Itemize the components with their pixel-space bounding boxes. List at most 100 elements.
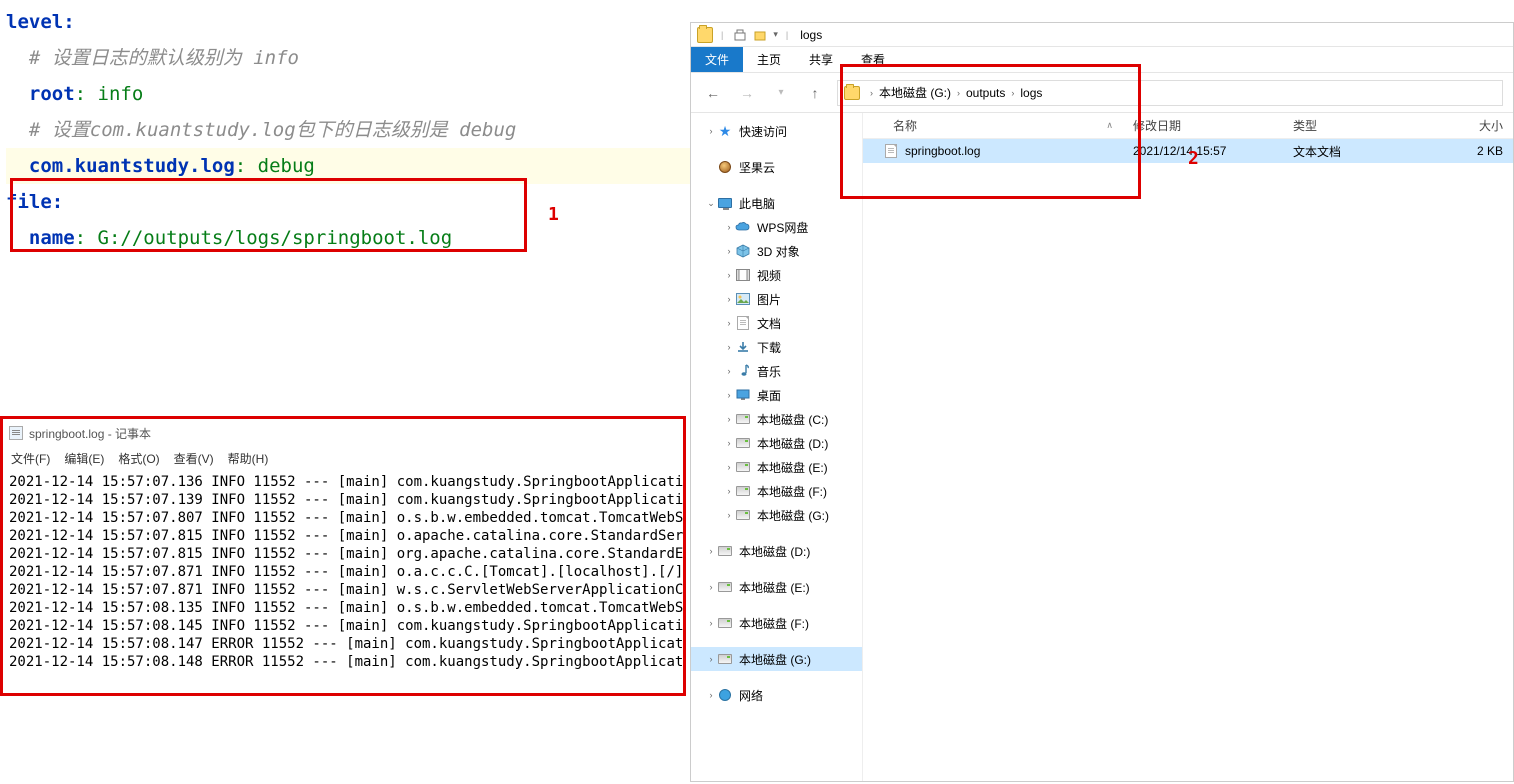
explorer-titlebar[interactable]: | ▾ | logs xyxy=(691,23,1513,47)
column-size[interactable]: 大小 xyxy=(1413,113,1513,138)
sidebar-item-thispc[interactable]: ⌄ 此电脑 xyxy=(691,191,862,215)
sidebar-item-nutcloud[interactable]: 坚果云 xyxy=(691,155,862,179)
menu-view[interactable]: 查看(V) xyxy=(174,450,214,467)
chevron-right-icon[interactable]: › xyxy=(723,270,735,280)
chevron-right-icon[interactable]: › xyxy=(705,690,717,700)
sidebar-item-network[interactable]: › 网络 xyxy=(691,683,862,707)
sidebar-label: 视频 xyxy=(757,267,781,284)
annotation-label-1: 1 xyxy=(548,204,559,225)
yaml-val-pkg: : debug xyxy=(235,155,315,177)
explorer-body: ›★快速访问 坚果云 ⌄此电脑 ›WPS网盘 ›3D 对象 ›视频 ›图片 ›文… xyxy=(691,113,1513,781)
sidebar-label: 本地磁盘 (F:) xyxy=(739,615,809,632)
sidebar-label: 本地磁盘 (D:) xyxy=(757,435,828,452)
sidebar-label: WPS网盘 xyxy=(757,219,808,236)
chevron-right-icon[interactable]: › xyxy=(723,414,735,424)
file-type: 文本文档 xyxy=(1283,139,1413,163)
drive-icon xyxy=(735,459,751,475)
file-list[interactable]: 名称 修改日期 类型 大小 springboot.log 2021/12/14 … xyxy=(863,113,1513,781)
ribbon-tab-file[interactable]: 文件 xyxy=(691,47,743,72)
network-icon xyxy=(717,687,733,703)
qat-dropdown-icon[interactable]: ▾ xyxy=(773,29,778,40)
sidebar-item-drive-f[interactable]: › 本地磁盘 (F:) xyxy=(691,479,862,503)
sidebar-item-drive-e2[interactable]: › 本地磁盘 (E:) xyxy=(691,575,862,599)
sidebar-label: 文档 xyxy=(757,315,781,332)
sidebar-item-downloads[interactable]: › 下载 xyxy=(691,335,862,359)
recent-dropdown-icon[interactable]: ▾ xyxy=(769,81,793,105)
chevron-right-icon[interactable]: › xyxy=(723,366,735,376)
back-button[interactable]: ← xyxy=(701,81,725,105)
log-line: 2021-12-14 15:57:08.148 ERROR 11552 --- … xyxy=(9,653,677,671)
star-icon: ★ xyxy=(717,123,733,139)
chevron-right-icon[interactable]: › xyxy=(723,318,735,328)
sidebar-item-desktop[interactable]: ›桌面 xyxy=(691,383,862,407)
yaml-key-root: root xyxy=(29,83,75,105)
yaml-val-root: : info xyxy=(75,83,144,105)
chevron-right-icon[interactable]: › xyxy=(705,654,717,664)
chevron-right-icon[interactable]: › xyxy=(705,546,717,556)
notepad-titlebar[interactable]: springboot.log - 记事本 xyxy=(3,419,683,447)
sidebar-label: 本地磁盘 (E:) xyxy=(757,459,828,476)
chevron-right-icon[interactable]: › xyxy=(723,390,735,400)
chevron-right-icon[interactable]: › xyxy=(723,510,735,520)
column-date[interactable]: 修改日期 xyxy=(1123,113,1283,138)
drive-icon xyxy=(735,411,751,427)
ribbon-tab-home[interactable]: 主页 xyxy=(743,47,795,72)
sidebar-item-drive-c[interactable]: ›本地磁盘 (C:) xyxy=(691,407,862,431)
sidebar-item-drive-d2[interactable]: ›本地磁盘 (D:) xyxy=(691,539,862,563)
qat-new-folder-icon[interactable] xyxy=(751,27,769,43)
sidebar-item-documents[interactable]: › 文档 xyxy=(691,311,862,335)
chevron-right-icon[interactable]: › xyxy=(723,462,735,472)
chevron-right-icon[interactable]: › xyxy=(723,486,735,496)
column-type[interactable]: 类型 xyxy=(1283,113,1413,138)
sidebar-item-drive-e[interactable]: › 本地磁盘 (E:) xyxy=(691,455,862,479)
quick-access-toolbar xyxy=(731,27,769,43)
chevron-right-icon[interactable]: › xyxy=(723,438,735,448)
up-button[interactable]: ↑ xyxy=(803,81,827,105)
sidebar-item-drive-d[interactable]: › 本地磁盘 (D:) xyxy=(691,431,862,455)
chevron-right-icon[interactable]: › xyxy=(723,222,735,232)
notepad-content[interactable]: 2021-12-14 15:57:07.136 INFO 11552 --- [… xyxy=(3,469,683,675)
sidebar-item-drive-g2[interactable]: › 本地磁盘 (G:) xyxy=(691,647,862,671)
drive-icon xyxy=(735,483,751,499)
code-editor[interactable]: level: # 设置日志的默认级别为 info root: info # 设置… xyxy=(0,0,690,300)
sidebar-label: 此电脑 xyxy=(739,195,775,212)
comment-line: # 设置com.kuantstudy.log包下的日志级别是 debug xyxy=(29,119,516,141)
nut-icon xyxy=(717,159,733,175)
sidebar-label: 网络 xyxy=(739,687,763,704)
menu-format[interactable]: 格式(O) xyxy=(118,450,159,467)
qat-properties-icon[interactable] xyxy=(731,27,749,43)
sidebar-item-video[interactable]: › 视频 xyxy=(691,263,862,287)
log-line: 2021-12-14 15:57:07.136 INFO 11552 --- [… xyxy=(9,473,677,491)
sidebar-label: 本地磁盘 (G:) xyxy=(757,507,829,524)
sidebar-label: 坚果云 xyxy=(739,159,775,176)
sidebar-item-3d[interactable]: ›3D 对象 xyxy=(691,239,862,263)
file-size: 2 KB xyxy=(1413,139,1513,163)
chevron-right-icon[interactable]: › xyxy=(705,126,717,136)
chevron-right-icon[interactable]: › xyxy=(705,618,717,628)
drive-icon xyxy=(735,507,751,523)
cloud-icon xyxy=(735,219,751,235)
sidebar-item-drive-g[interactable]: › 本地磁盘 (G:) xyxy=(691,503,862,527)
chevron-right-icon[interactable]: › xyxy=(723,294,735,304)
menu-help[interactable]: 帮助(H) xyxy=(228,450,269,467)
sidebar-item-drive-f2[interactable]: › 本地磁盘 (F:) xyxy=(691,611,862,635)
sidebar-label: 快速访问 xyxy=(739,123,787,140)
forward-button[interactable]: → xyxy=(735,81,759,105)
sidebar-item-wps[interactable]: › WPS网盘 xyxy=(691,215,862,239)
sidebar-label: 本地磁盘 (G:) xyxy=(739,651,811,668)
chevron-right-icon[interactable]: › xyxy=(723,246,735,256)
navigation-sidebar[interactable]: ›★快速访问 坚果云 ⌄此电脑 ›WPS网盘 ›3D 对象 ›视频 ›图片 ›文… xyxy=(691,113,863,781)
chevron-right-icon[interactable]: › xyxy=(705,582,717,592)
sidebar-label: 本地磁盘 (F:) xyxy=(757,483,827,500)
folder-icon xyxy=(697,27,713,43)
menu-file[interactable]: 文件(F) xyxy=(11,450,50,467)
log-line: 2021-12-14 15:57:07.871 INFO 11552 --- [… xyxy=(9,581,677,599)
sidebar-label: 本地磁盘 (E:) xyxy=(739,579,810,596)
chevron-down-icon[interactable]: ⌄ xyxy=(705,198,717,209)
menu-edit[interactable]: 编辑(E) xyxy=(64,450,104,467)
sidebar-item-music[interactable]: ›音乐 xyxy=(691,359,862,383)
sidebar-item-pictures[interactable]: ›图片 xyxy=(691,287,862,311)
chevron-right-icon[interactable]: › xyxy=(723,342,735,352)
sidebar-item-quickaccess[interactable]: ›★ 快速访问 xyxy=(691,119,862,143)
sidebar-label: 下载 xyxy=(757,339,781,356)
